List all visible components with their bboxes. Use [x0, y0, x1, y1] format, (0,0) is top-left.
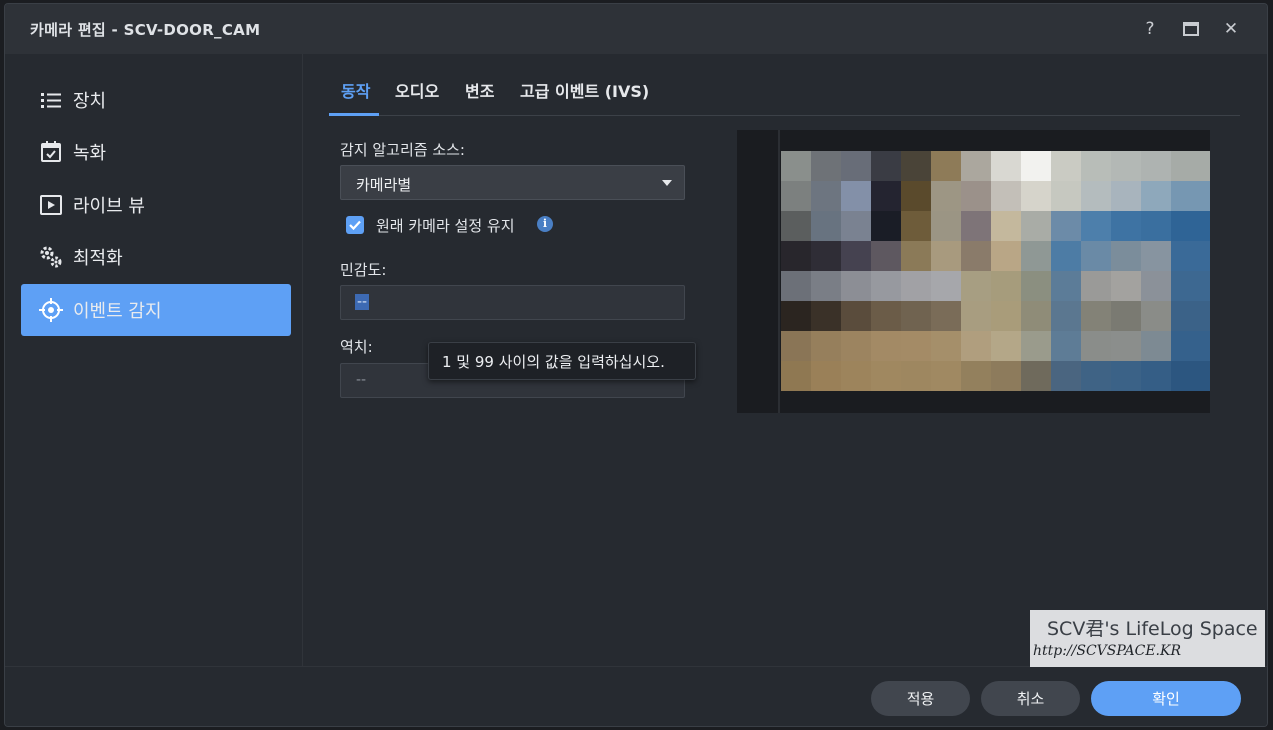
sidebar-item-recording[interactable]: 녹화	[21, 126, 291, 178]
crosshair-icon	[39, 298, 63, 322]
algorithm-source-select[interactable]: 카메라별	[340, 165, 685, 200]
tab-bar: 동작 오디오 변조 고급 이벤트 (IVS)	[329, 66, 1240, 116]
camera-snapshot	[781, 151, 1210, 391]
calendar-check-icon	[41, 141, 61, 162]
watermark-url: http://SCVSPACE.KR	[1033, 643, 1182, 659]
chevron-down-icon	[662, 180, 672, 186]
checkmark-icon	[349, 220, 361, 231]
ok-button-label: 확인	[1152, 690, 1180, 708]
play-icon	[40, 195, 62, 215]
validation-tooltip: 1 및 99 사이의 값을 입력하십시오.	[428, 342, 696, 380]
help-button[interactable]: ?	[1139, 18, 1161, 40]
sidebar-item-label: 녹화	[73, 143, 107, 164]
tab-tampering[interactable]: 변조	[465, 78, 494, 116]
sidebar-item-device[interactable]: 장치	[21, 74, 291, 126]
tab-advanced-ivs[interactable]: 고급 이벤트 (IVS)	[520, 78, 649, 116]
maximize-icon	[1183, 22, 1199, 36]
apply-button-label: 적용	[906, 690, 935, 708]
info-icon[interactable]: i	[537, 216, 553, 232]
sensitivity-label: 민감도:	[340, 261, 387, 279]
tab-motion[interactable]: 동작	[329, 78, 379, 116]
sidebar-item-live-view[interactable]: 라이브 뷰	[21, 179, 291, 231]
close-icon: ✕	[1223, 19, 1239, 39]
keep-settings-label: 원래 카메라 설정 유지	[376, 217, 515, 235]
tab-label: 오디오	[395, 82, 440, 101]
maximize-button[interactable]	[1180, 18, 1202, 40]
algorithm-source-value: 카메라별	[356, 176, 412, 194]
sidebar-item-optimization[interactable]: 최적화	[21, 231, 291, 283]
sidebar-item-event-detection[interactable]: 이벤트 감지	[21, 284, 291, 336]
content-panel: 동작 오디오 변조 고급 이벤트 (IVS) 감지 알고리즘 소스: 카메라별 …	[304, 54, 1267, 666]
algorithm-source-label: 감지 알고리즘 소스:	[340, 141, 465, 159]
sidebar-item-label: 장치	[73, 91, 107, 112]
tab-audio[interactable]: 오디오	[395, 78, 439, 116]
sidebar: 장치 녹화 라이브 뷰 최적화 이벤트 감지	[5, 54, 303, 666]
threshold-value: --	[356, 372, 367, 388]
watermark: SCV君's LifeLog Space http://SCVSPACE.KR	[1030, 610, 1265, 667]
tab-label: 동작	[341, 82, 371, 101]
tab-active-indicator	[329, 113, 379, 116]
apply-button[interactable]: 적용	[871, 681, 970, 716]
keep-settings-checkbox[interactable]	[346, 216, 364, 234]
watermark-title: SCV君's LifeLog Space	[1047, 618, 1258, 640]
cancel-button-label: 취소	[1016, 690, 1045, 708]
help-icon: ?	[1145, 19, 1155, 39]
dialog-footer: 적용 취소 확인	[5, 666, 1267, 726]
sidebar-item-label: 최적화	[73, 248, 123, 269]
cancel-button[interactable]: 취소	[981, 681, 1080, 716]
ok-button[interactable]: 확인	[1091, 681, 1241, 716]
gears-icon	[40, 246, 62, 268]
tab-label: 고급 이벤트 (IVS)	[520, 82, 650, 101]
camera-preview[interactable]	[737, 130, 1210, 413]
list-icon	[41, 93, 61, 108]
threshold-label: 역치:	[340, 338, 373, 356]
dialog-title: 카메라 편집 - SCV-DOOR_CAM	[30, 21, 261, 39]
close-button[interactable]: ✕	[1220, 18, 1242, 40]
preview-divider	[778, 130, 780, 413]
sensitivity-input[interactable]: --	[340, 285, 685, 320]
title-bar: 카메라 편집 - SCV-DOOR_CAM ? ✕	[5, 4, 1267, 54]
sensitivity-value: --	[355, 294, 370, 310]
sidebar-item-label: 이벤트 감지	[73, 301, 162, 322]
tab-label: 변조	[465, 82, 495, 101]
sidebar-item-label: 라이브 뷰	[73, 196, 145, 217]
